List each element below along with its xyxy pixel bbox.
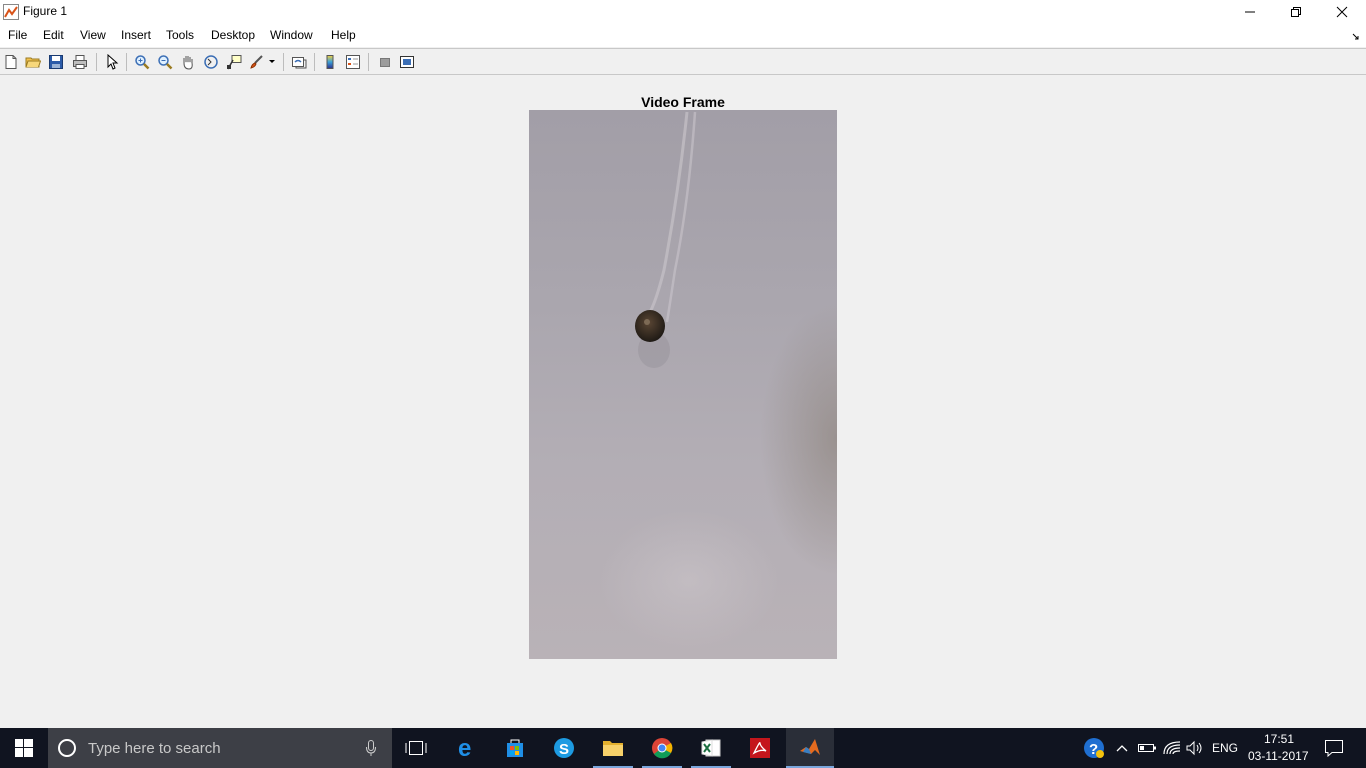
hide-plot-tools-icon[interactable] [376, 53, 394, 71]
minimize-icon [1245, 11, 1255, 13]
rotate-3d-icon[interactable] [202, 53, 220, 71]
print-icon[interactable] [71, 53, 89, 71]
toolbar-separator [283, 53, 284, 71]
action-center-icon[interactable] [1318, 728, 1350, 768]
taskbar: Type here to search e S ? ENG 17:51 03-1… [0, 728, 1366, 768]
minimize-button[interactable] [1227, 0, 1273, 24]
store-icon[interactable] [491, 728, 539, 768]
edge-icon[interactable]: e [443, 728, 491, 768]
search-box[interactable]: Type here to search [48, 728, 392, 768]
matlab-icon[interactable] [786, 728, 834, 768]
acrobat-icon[interactable] [736, 728, 784, 768]
svg-text:S: S [559, 741, 569, 758]
zoom-out-icon[interactable] [156, 53, 174, 71]
menu-view[interactable]: View [80, 28, 106, 42]
wifi-icon[interactable] [1161, 728, 1183, 768]
volume-icon[interactable] [1184, 728, 1206, 768]
brush-icon[interactable] [248, 53, 266, 71]
close-icon [1336, 6, 1348, 18]
menu-desktop[interactable]: Desktop [211, 28, 255, 42]
data-cursor-icon[interactable] [225, 53, 243, 71]
axes-title: Video Frame [641, 94, 725, 110]
help-tray-icon[interactable]: ? [1081, 728, 1107, 768]
menu-window[interactable]: Window [270, 28, 313, 42]
file-explorer-icon[interactable] [589, 728, 637, 768]
open-file-icon[interactable] [24, 53, 42, 71]
toolbar-separator [96, 53, 97, 71]
video-frame-image [529, 110, 837, 659]
menu-bar: File Edit View Insert Tools Desktop Wind… [0, 24, 1366, 47]
skype-icon[interactable]: S [540, 728, 588, 768]
microphone-icon[interactable] [366, 740, 376, 761]
new-figure-icon[interactable] [2, 53, 20, 71]
search-placeholder: Type here to search [88, 740, 221, 757]
chrome-icon[interactable] [638, 728, 686, 768]
brush-dropdown-arrow-icon[interactable] [267, 53, 277, 71]
insert-legend-icon[interactable] [344, 53, 362, 71]
zoom-in-icon[interactable] [133, 53, 151, 71]
toolbar-separator [314, 53, 315, 71]
restore-button[interactable] [1273, 0, 1319, 24]
menu-insert[interactable]: Insert [121, 28, 151, 42]
pan-icon[interactable] [179, 53, 197, 71]
edit-plot-icon[interactable] [103, 53, 121, 71]
language-indicator[interactable]: ENG [1212, 741, 1238, 755]
link-plot-icon[interactable] [290, 53, 308, 71]
title-bar: Figure 1 [0, 0, 1366, 24]
cortana-icon [57, 738, 77, 763]
menu-tools[interactable]: Tools [166, 28, 194, 42]
restore-icon [1291, 7, 1301, 17]
battery-icon[interactable] [1136, 728, 1158, 768]
figure-toolbar [0, 48, 1366, 75]
svg-text:e: e [458, 737, 471, 759]
chevron-up-icon[interactable] [1113, 728, 1131, 768]
task-view-icon[interactable] [395, 728, 437, 768]
toolbar-separator [368, 53, 369, 71]
dock-arrow-icon[interactable] [1352, 28, 1360, 46]
close-button[interactable] [1319, 0, 1365, 24]
menu-edit[interactable]: Edit [43, 28, 64, 42]
save-icon[interactable] [47, 53, 65, 71]
excel-icon[interactable] [687, 728, 735, 768]
menu-help[interactable]: Help [331, 28, 356, 42]
menu-file[interactable]: File [8, 28, 27, 42]
show-plot-tools-icon[interactable] [398, 53, 416, 71]
window-title: Figure 1 [23, 4, 68, 18]
matlab-figure-icon [3, 4, 19, 20]
toolbar-separator [126, 53, 127, 71]
clock-date[interactable]: 03-11-2017 [1248, 749, 1309, 763]
start-icon[interactable] [0, 728, 48, 768]
insert-colorbar-icon[interactable] [321, 53, 339, 71]
clock-time[interactable]: 17:51 [1264, 732, 1294, 746]
